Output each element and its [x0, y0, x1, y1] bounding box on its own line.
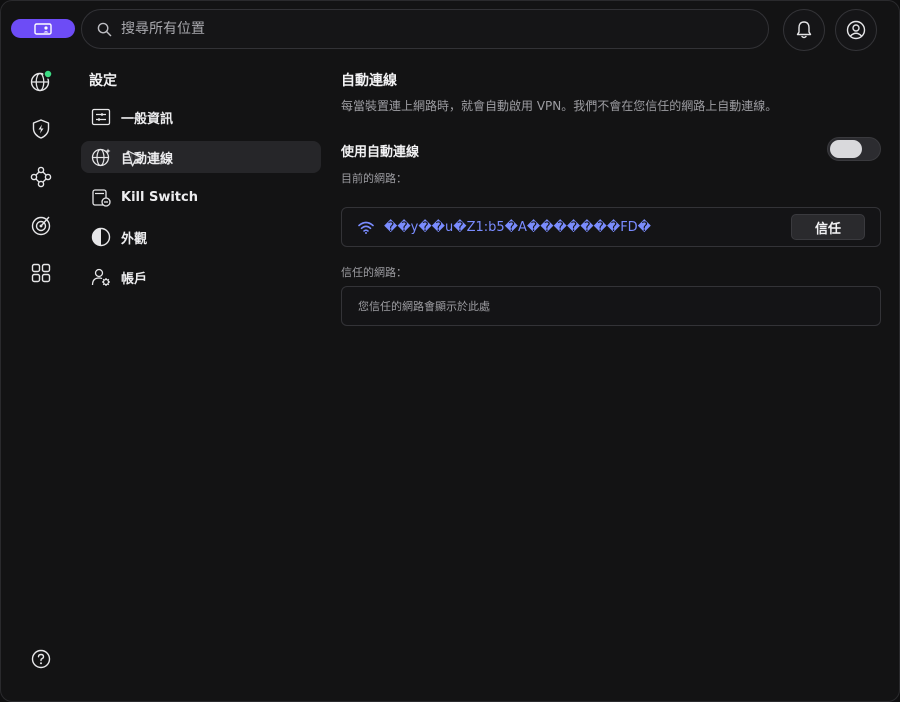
settings-nav-label: 帳戶	[121, 271, 148, 287]
search-bar[interactable]	[81, 9, 769, 49]
rail-dark-web-monitor-button[interactable]	[29, 213, 53, 237]
rail-globe-button[interactable]	[29, 69, 53, 93]
mouse-cursor-icon	[127, 150, 143, 167]
half-circle-icon	[91, 227, 111, 247]
toggle-knob	[830, 140, 862, 158]
trusted-networks-list: 您信任的網路會顯示於此處	[341, 286, 881, 326]
globe-sparkle-icon	[91, 147, 111, 167]
auto-connect-toggle-label: 使用自動連線	[341, 145, 420, 160]
current-network-label: 目前的網路：	[341, 172, 407, 185]
bell-icon	[796, 21, 812, 39]
trusted-networks-empty-text: 您信任的網路會顯示於此處	[358, 300, 490, 313]
notifications-button[interactable]	[783, 9, 825, 51]
auto-connect-toggle[interactable]	[827, 137, 881, 161]
settings-nav-appearance[interactable]: 外觀	[81, 221, 321, 253]
trusted-networks-label: 信任的網路：	[341, 266, 407, 279]
app-window: 設定 一般資訊 自動連線	[0, 0, 900, 702]
device-icon	[34, 22, 52, 35]
settings-nav-label: 一般資訊	[121, 111, 174, 127]
user-circle-icon	[846, 20, 866, 40]
search-icon	[97, 22, 112, 36]
page-title: 自動連線	[341, 73, 397, 89]
nodes-icon	[30, 166, 52, 188]
settings-nav-general[interactable]: 一般資訊	[81, 101, 321, 133]
search-input[interactable]	[121, 21, 721, 37]
vpn-status-pill[interactable]	[11, 19, 75, 38]
wifi-icon	[358, 221, 374, 234]
rail-meshnet-button[interactable]	[29, 165, 53, 189]
grid-icon	[31, 263, 51, 283]
sliders-icon	[91, 107, 111, 127]
current-network-name: ��y��u�Z1:b5�A�������FD�	[384, 220, 652, 235]
trust-network-button[interactable]: 信任	[791, 214, 865, 240]
current-network-row: ��y��u�Z1:b5�A�������FD� 信任	[341, 207, 881, 247]
killswitch-icon	[91, 187, 111, 207]
account-gear-icon	[91, 267, 111, 287]
settings-title: 設定	[89, 73, 117, 89]
account-button[interactable]	[835, 9, 877, 51]
settings-nav-account[interactable]: 帳戶	[81, 261, 321, 293]
settings-nav-auto-connect[interactable]: 自動連線	[81, 141, 321, 173]
help-icon	[31, 649, 51, 669]
page-description: 每當裝置連上網路時，就會自動啟用 VPN。我們不會在您信任的網路上自動連線。	[341, 99, 778, 113]
settings-nav-kill-switch[interactable]: Kill Switch	[81, 181, 321, 213]
settings-nav-label: Kill Switch	[121, 189, 198, 205]
help-button[interactable]	[31, 649, 51, 673]
shield-bolt-icon	[32, 119, 50, 139]
rail-threat-protection-button[interactable]	[29, 117, 53, 141]
rail-apps-button[interactable]	[29, 261, 53, 285]
radar-icon	[31, 216, 51, 236]
settings-nav-label: 外觀	[121, 231, 148, 247]
globe-status-icon	[30, 69, 53, 92]
